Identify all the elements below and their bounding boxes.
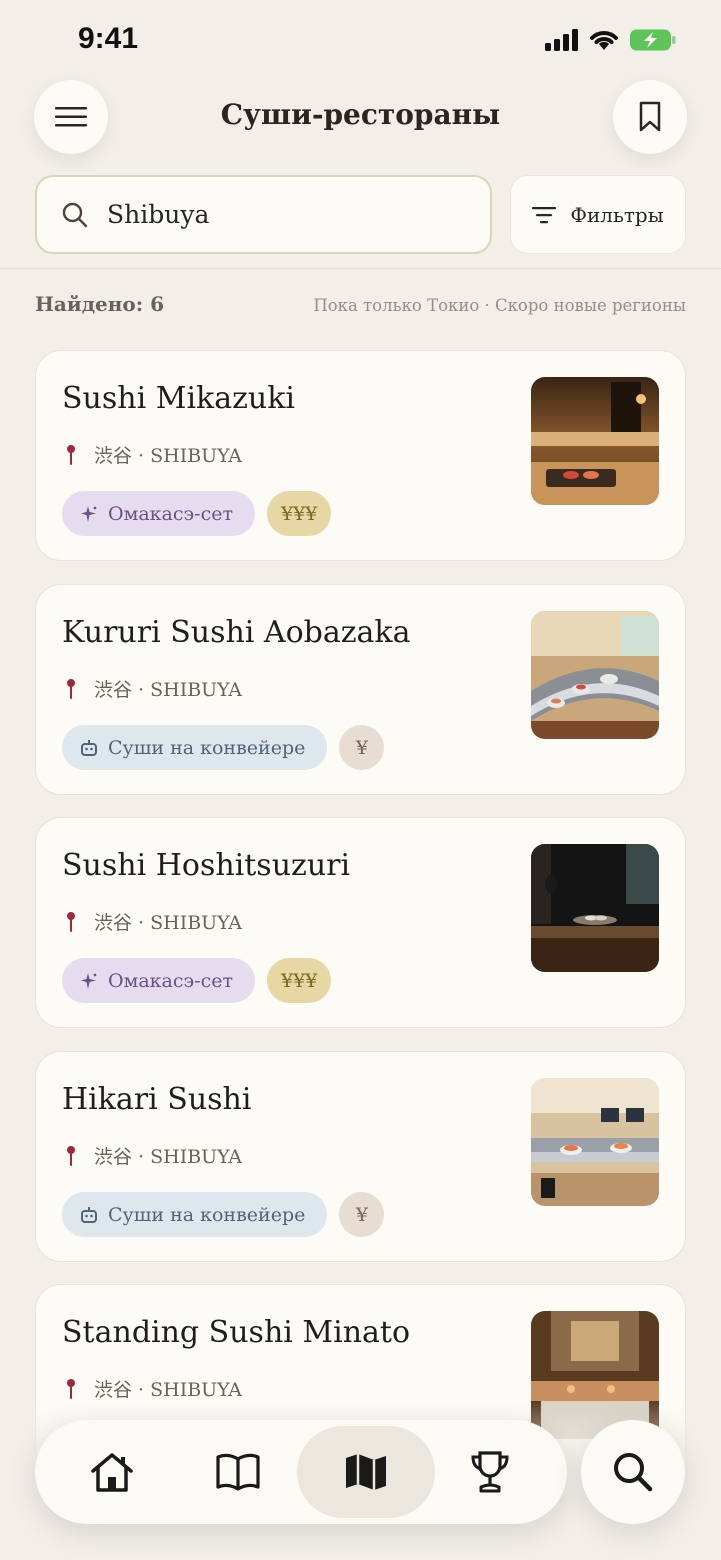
tab-rankings[interactable] bbox=[435, 1426, 545, 1518]
map-icon bbox=[346, 1454, 386, 1490]
search-field[interactable] bbox=[35, 175, 492, 254]
restaurant-location: 渋谷 · SHIBUYA bbox=[62, 1142, 242, 1169]
search-icon bbox=[62, 202, 88, 227]
header-divider bbox=[0, 268, 721, 269]
home-icon bbox=[91, 1453, 133, 1492]
pin-icon bbox=[67, 444, 75, 465]
battery-icon bbox=[630, 29, 676, 51]
tab-home[interactable] bbox=[57, 1426, 167, 1518]
restaurant-location: 渋谷 · SHIBUYA bbox=[62, 1375, 242, 1402]
restaurant-name: Standing Sushi Minato bbox=[62, 1315, 411, 1350]
bookmark-icon bbox=[639, 101, 661, 132]
location-text: 渋谷 · SHIBUYA bbox=[94, 679, 242, 701]
restaurant-name: Kururi Sushi Aobazaka bbox=[62, 615, 411, 650]
filter-icon bbox=[532, 206, 557, 223]
robot-icon bbox=[81, 1206, 97, 1223]
book-icon bbox=[216, 1453, 260, 1491]
restaurant-card[interactable]: Hikari Sushi 渋谷 · SHIBUYA Суши на конвей… bbox=[35, 1051, 686, 1262]
restaurant-name: Sushi Mikazuki bbox=[62, 381, 295, 416]
cuisine-tag[interactable]: Омакасэ-сет bbox=[62, 958, 255, 1003]
tag-list: Суши на конвейере ¥ bbox=[62, 725, 385, 770]
restaurant-location: 渋谷 · SHIBUYA bbox=[62, 441, 242, 468]
restaurant-photo bbox=[531, 1078, 659, 1206]
cuisine-tag[interactable]: Омакасэ-сет bbox=[62, 491, 255, 536]
location-text: 渋谷 · SHIBUYA bbox=[94, 445, 242, 467]
restaurant-name: Sushi Hoshitsuzuri bbox=[62, 848, 351, 883]
location-text: 渋谷 · SHIBUYA bbox=[94, 1379, 242, 1401]
bookmarks-button[interactable] bbox=[613, 80, 687, 154]
pin-icon bbox=[67, 911, 75, 932]
tab-map[interactable] bbox=[297, 1426, 435, 1518]
restaurant-location: 渋谷 · SHIBUYA bbox=[62, 675, 242, 702]
search-fab-button[interactable] bbox=[581, 1420, 685, 1524]
pin-icon bbox=[67, 678, 75, 699]
robot-icon bbox=[81, 739, 97, 756]
wifi-icon bbox=[590, 31, 618, 50]
restaurant-card[interactable]: Sushi Mikazuki 渋谷 · SHIBUYA Омакасэ-сет … bbox=[35, 350, 686, 561]
price-badge: ¥ bbox=[339, 1192, 385, 1237]
pin-icon bbox=[67, 1378, 75, 1399]
filters-label: Фильтры bbox=[570, 202, 664, 227]
location-text: 渋谷 · SHIBUYA bbox=[94, 912, 242, 934]
restaurant-photo bbox=[531, 611, 659, 739]
location-text: 渋谷 · SHIBUYA bbox=[94, 1146, 242, 1168]
tab-guide[interactable] bbox=[183, 1426, 293, 1518]
restaurant-photo bbox=[531, 377, 659, 505]
status-bar: 9:41 bbox=[0, 0, 721, 80]
tag-list: Омакасэ-сет ¥¥¥ bbox=[62, 491, 332, 536]
cuisine-tag-label: Суши на конвейере bbox=[108, 736, 306, 759]
price-badge: ¥ bbox=[339, 725, 385, 770]
restaurant-name: Hikari Sushi bbox=[62, 1082, 252, 1117]
restaurant-card[interactable]: Sushi Hoshitsuzuri 渋谷 · SHIBUYA Омакасэ-… bbox=[35, 817, 686, 1028]
price-badge: ¥¥¥ bbox=[266, 491, 332, 536]
cuisine-tag[interactable]: Суши на конвейере bbox=[62, 725, 328, 770]
restaurant-photo bbox=[531, 844, 659, 972]
tag-list: Омакасэ-сет ¥¥¥ bbox=[62, 958, 332, 1003]
cuisine-tag-label: Омакасэ-сет bbox=[108, 502, 233, 525]
search-input[interactable] bbox=[107, 200, 447, 229]
sparkle-icon bbox=[81, 505, 97, 522]
cuisine-tag-label: Суши на конвейере bbox=[108, 1203, 306, 1226]
signal-icon bbox=[545, 29, 578, 51]
cuisine-tag-label: Омакасэ-сет bbox=[108, 969, 233, 992]
results-count: Найдено: 6 bbox=[35, 292, 164, 316]
restaurant-card[interactable]: Kururi Sushi Aobazaka 渋谷 · SHIBUYA Суши … bbox=[35, 584, 686, 795]
pin-icon bbox=[67, 1145, 75, 1166]
trophy-icon bbox=[471, 1451, 509, 1493]
restaurant-location: 渋谷 · SHIBUYA bbox=[62, 908, 242, 935]
price-badge: ¥¥¥ bbox=[266, 958, 332, 1003]
sparkle-icon bbox=[81, 972, 97, 989]
bottom-tab-bar bbox=[35, 1420, 567, 1524]
search-icon bbox=[614, 1453, 653, 1492]
status-time: 9:41 bbox=[78, 22, 139, 55]
cuisine-tag[interactable]: Суши на конвейере bbox=[62, 1192, 328, 1237]
region-note: Пока только Токио · Скоро новые регионы bbox=[313, 296, 686, 315]
status-icons bbox=[545, 28, 677, 52]
filters-button[interactable]: Фильтры bbox=[510, 175, 686, 254]
tag-list: Суши на конвейере ¥ bbox=[62, 1192, 385, 1237]
